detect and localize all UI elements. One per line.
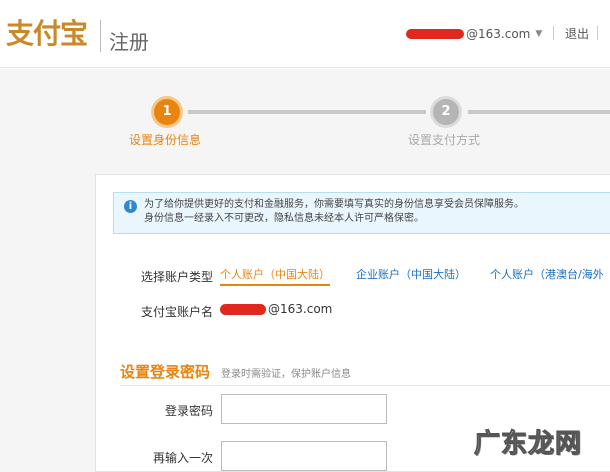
account-name-value: @163.com xyxy=(220,302,332,316)
section-divider xyxy=(120,385,610,386)
progress-line xyxy=(188,110,426,114)
notice-line-1: 为了给你提供更好的支付和金融服务，你需要填写真实的身份信息享受会员保障服务。 xyxy=(144,199,524,210)
step-progress: 1 2 设置身份信息 设置支付方式 xyxy=(0,69,610,174)
header-separator-2 xyxy=(597,26,598,40)
login-password-input[interactable] xyxy=(221,394,387,424)
account-type-personal-overseas[interactable]: 个人账户（港澳台/海外 xyxy=(490,266,604,282)
account-email: @163.com xyxy=(466,27,531,41)
page-title: 注册 xyxy=(109,30,149,54)
account-name-suffix: @163.com xyxy=(268,302,333,316)
header-separator xyxy=(553,26,554,40)
account-name-label: 支付宝账户名 xyxy=(140,305,213,319)
step-1-indicator: 1 xyxy=(154,99,180,125)
step-2-label: 设置支付方式 xyxy=(408,133,481,147)
info-notice: i 为了给你提供更好的支付和金融服务，你需要填写真实的身份信息享受会员保障服务。… xyxy=(113,192,610,234)
step-2-indicator: 2 xyxy=(433,99,459,125)
section-hint: 登录时需验证，保护账户信息 xyxy=(221,369,351,380)
info-icon: i xyxy=(124,200,137,213)
confirm-password-label: 再输入一次 xyxy=(152,451,213,465)
confirm-password-input[interactable] xyxy=(221,441,387,471)
login-password-label: 登录密码 xyxy=(164,404,213,418)
top-header: 支付宝 注册 @163.com ▼ 退出 xyxy=(0,0,610,68)
account-type-label: 选择账户类型 xyxy=(140,270,213,284)
site-watermark: 广东龙网 xyxy=(473,429,583,460)
step-1-label: 设置身份信息 xyxy=(129,133,202,147)
chevron-down-icon[interactable]: ▼ xyxy=(535,29,542,39)
header-divider xyxy=(100,20,101,52)
progress-line xyxy=(468,110,610,114)
redacted-account-mark xyxy=(220,303,266,315)
alipay-logo[interactable]: 支付宝 xyxy=(6,17,88,51)
notice-line-2: 身份信息一经录入不可更改，隐私信息未经本人许可严格保密。 xyxy=(144,213,424,224)
account-type-business-mainland[interactable]: 企业账户（中国大陆） xyxy=(356,266,466,282)
redacted-account-mark xyxy=(406,29,464,39)
logout-link[interactable]: 退出 xyxy=(565,24,589,44)
account-menu[interactable]: @163.com ▼ xyxy=(406,24,542,44)
account-type-personal-mainland[interactable]: 个人账户（中国大陆） xyxy=(220,266,330,286)
section-title: 设置登录密码 xyxy=(120,363,211,381)
